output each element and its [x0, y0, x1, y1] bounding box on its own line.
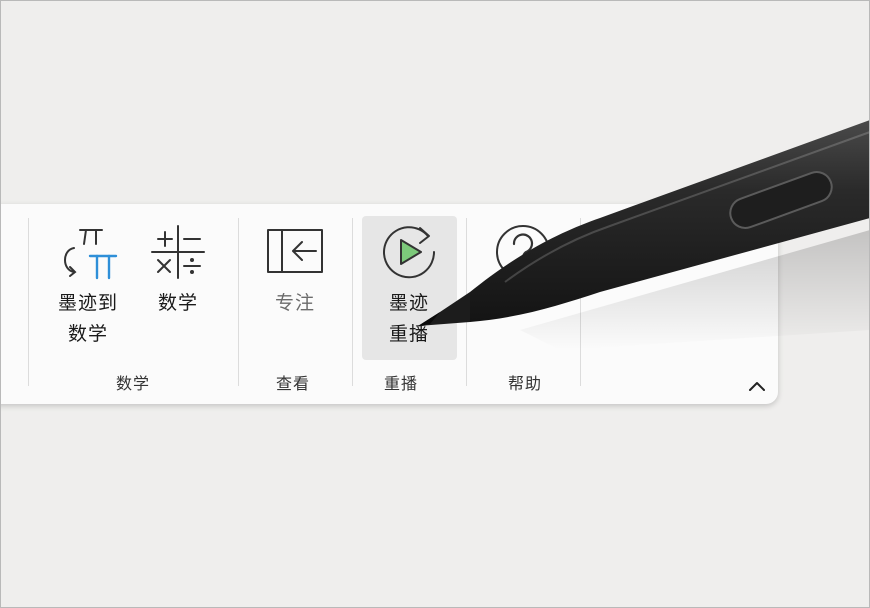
stylus-pen-image	[418, 120, 870, 350]
